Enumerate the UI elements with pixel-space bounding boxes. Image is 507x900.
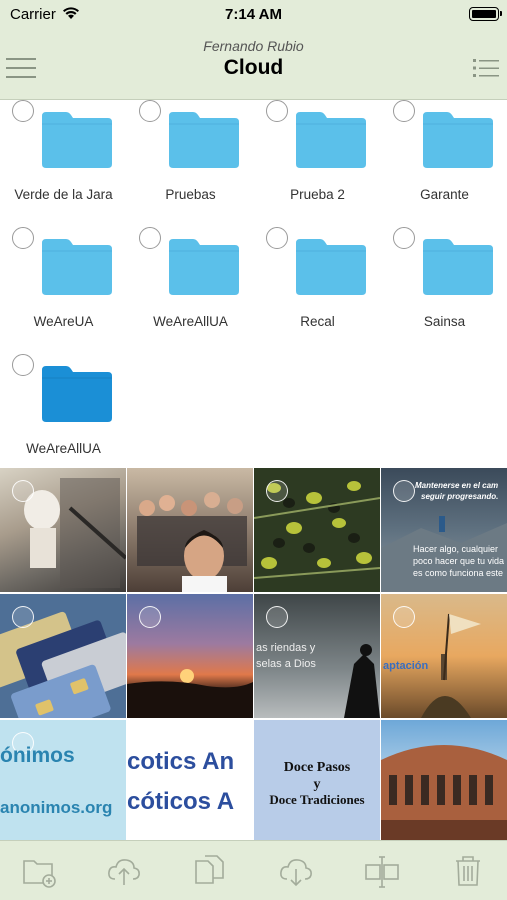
folder-icon bbox=[42, 364, 112, 427]
folder-item[interactable]: Sainsa bbox=[381, 227, 507, 354]
photo-caption: y bbox=[313, 777, 321, 792]
select-checkbox[interactable] bbox=[12, 227, 34, 249]
folder-item[interactable]: WeAreAllUA bbox=[127, 227, 254, 354]
folder-name: Pruebas bbox=[165, 187, 216, 202]
battery-icon bbox=[469, 7, 502, 21]
photo-thumbnail[interactable]: Mantenerse en el cam seguir progresando.… bbox=[381, 468, 507, 592]
photo-thumbnail[interactable] bbox=[254, 468, 380, 592]
photo-grid: Mantenerse en el cam seguir progresando.… bbox=[0, 468, 507, 844]
folder-icon bbox=[169, 110, 239, 173]
folder-icon bbox=[42, 237, 112, 300]
select-checkbox[interactable] bbox=[12, 100, 34, 122]
folder-name: Verde de la Jara bbox=[14, 187, 113, 202]
photo-thumbnail[interactable]: aptación bbox=[381, 594, 507, 718]
select-checkbox[interactable] bbox=[139, 100, 161, 122]
bottom-toolbar bbox=[0, 840, 507, 900]
photo-caption: Doce Tradiciones bbox=[269, 792, 365, 807]
cloud-upload-icon[interactable] bbox=[106, 853, 142, 889]
photo-thumbnail[interactable] bbox=[0, 594, 126, 718]
photo-caption: as riendas y bbox=[256, 642, 316, 654]
photo-caption: cotics An bbox=[127, 748, 235, 775]
photo-caption: seguir progresando. bbox=[421, 492, 499, 501]
photo-thumbnail[interactable]: as riendas y selas a Dios bbox=[254, 594, 380, 718]
photo-thumbnail[interactable]: Doce Pasos y Doce Tradiciones bbox=[254, 720, 380, 844]
select-checkbox[interactable] bbox=[393, 100, 415, 122]
folder-icon bbox=[423, 237, 493, 300]
select-checkbox[interactable] bbox=[139, 227, 161, 249]
photo-caption: anonimos.org bbox=[0, 798, 113, 817]
select-checkbox[interactable] bbox=[12, 480, 34, 502]
photo-thumbnail[interactable]: cotics An cóticos A bbox=[127, 720, 253, 844]
photo-caption: Mantenerse en el cam bbox=[415, 481, 499, 490]
folder-name: Recal bbox=[300, 314, 335, 329]
cloud-download-icon[interactable] bbox=[278, 853, 314, 889]
page-title: Cloud bbox=[223, 56, 284, 79]
select-checkbox[interactable] bbox=[266, 606, 288, 628]
new-folder-icon[interactable] bbox=[22, 853, 58, 889]
photo-caption: aptación bbox=[383, 660, 429, 672]
list-view-icon[interactable] bbox=[473, 56, 499, 80]
folder-item[interactable]: Prueba 2 bbox=[254, 100, 381, 227]
select-checkbox[interactable] bbox=[266, 480, 288, 502]
photo-caption: es como funciona este bbox=[413, 568, 504, 578]
folder-name: WeAreAllUA bbox=[153, 314, 228, 329]
folder-name: Garante bbox=[420, 187, 469, 202]
status-bar: Carrier 7:14 AM bbox=[0, 0, 507, 28]
photo-caption: selas a Dios bbox=[256, 658, 316, 670]
select-checkbox[interactable] bbox=[393, 227, 415, 249]
photo-thumbnail[interactable] bbox=[127, 594, 253, 718]
photo-caption: poco hacer que tu vida bbox=[413, 556, 505, 566]
photo-caption: Hacer algo, cualquier bbox=[413, 544, 499, 554]
photo-thumbnail[interactable] bbox=[127, 468, 253, 592]
folder-item[interactable]: Pruebas bbox=[127, 100, 254, 227]
photo-thumbnail[interactable] bbox=[381, 720, 507, 844]
select-checkbox[interactable] bbox=[139, 606, 161, 628]
folder-name: Sainsa bbox=[423, 314, 466, 329]
copy-icon[interactable] bbox=[192, 853, 228, 889]
folder-item[interactable]: Recal bbox=[254, 227, 381, 354]
account-name: Fernando Rubio bbox=[203, 38, 304, 54]
select-checkbox[interactable] bbox=[266, 100, 288, 122]
folder-name: WeAreUA bbox=[33, 314, 94, 329]
folder-grid: Verde de la Jara Pruebas Prueba 2 Garant… bbox=[0, 100, 507, 468]
folder-icon bbox=[169, 237, 239, 300]
folder-name: Prueba 2 bbox=[290, 187, 345, 202]
select-checkbox[interactable] bbox=[12, 606, 34, 628]
photo-thumbnail[interactable]: ónimos anonimos.org bbox=[0, 720, 126, 844]
select-checkbox[interactable] bbox=[12, 354, 34, 376]
folder-icon bbox=[296, 237, 366, 300]
photo-caption: Doce Pasos bbox=[283, 760, 351, 775]
move-icon[interactable] bbox=[364, 853, 400, 889]
folder-name: WeAreAllUA bbox=[26, 441, 101, 456]
folder-item[interactable]: Verde de la Jara bbox=[0, 100, 127, 227]
select-checkbox[interactable] bbox=[393, 606, 415, 628]
photo-thumbnail[interactable] bbox=[0, 468, 126, 592]
navigation-bar: Fernando Rubio Cloud bbox=[0, 28, 507, 100]
folder-item[interactable]: Garante bbox=[381, 100, 507, 227]
folder-icon bbox=[423, 110, 493, 173]
photo-caption: ónimos bbox=[0, 744, 75, 767]
clock: 7:14 AM bbox=[225, 6, 282, 23]
folder-icon bbox=[42, 110, 112, 173]
trash-icon[interactable] bbox=[450, 853, 486, 889]
select-checkbox[interactable] bbox=[266, 227, 288, 249]
folder-item[interactable]: WeAreUA bbox=[0, 227, 127, 354]
folder-icon bbox=[296, 110, 366, 173]
select-checkbox[interactable] bbox=[393, 480, 415, 502]
folder-item[interactable]: WeAreAllUA bbox=[0, 354, 127, 481]
photo-caption: cóticos A bbox=[127, 788, 235, 815]
